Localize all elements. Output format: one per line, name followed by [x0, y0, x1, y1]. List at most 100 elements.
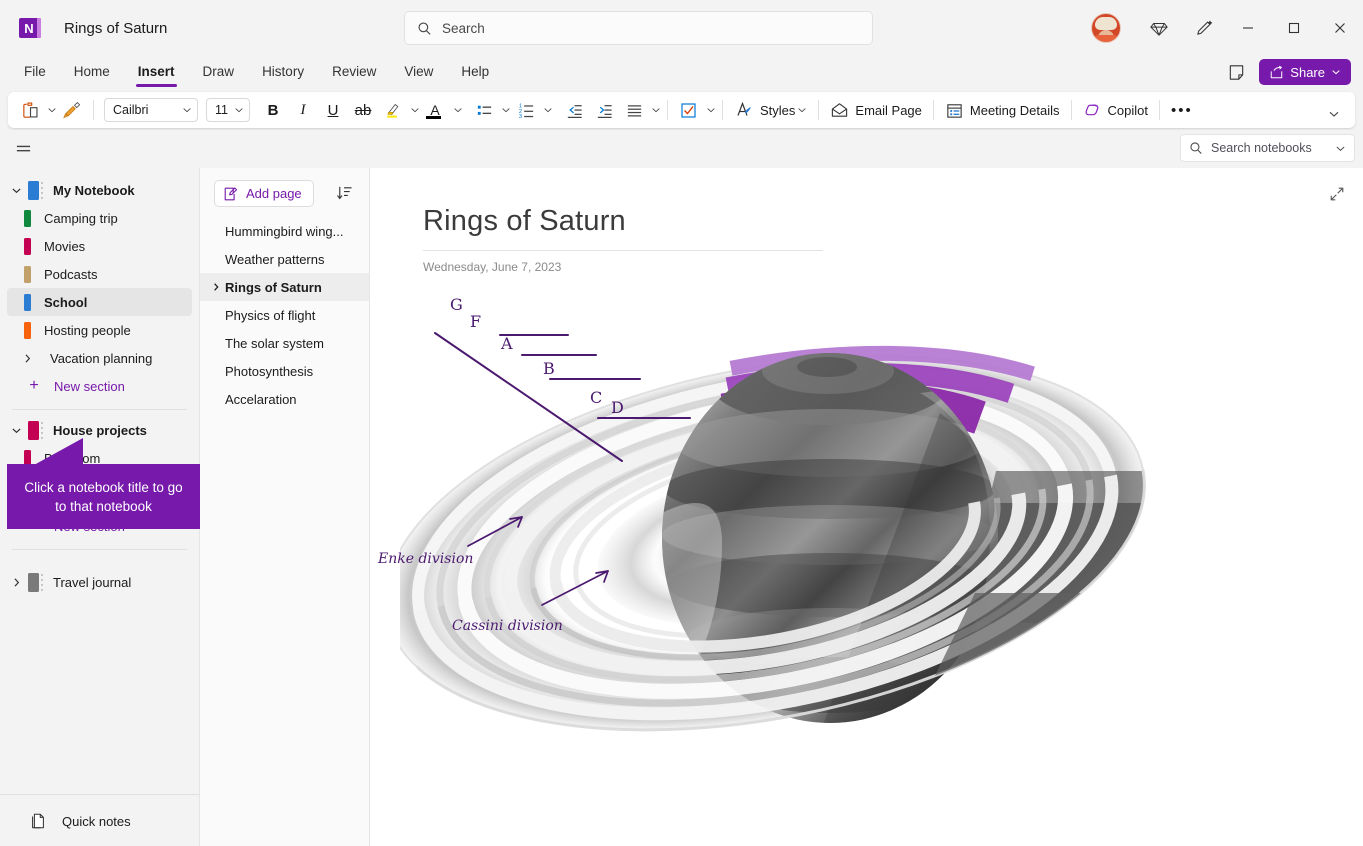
tab-file[interactable]: File [12, 60, 58, 85]
quick-notes-section: Quick notes [0, 794, 199, 846]
chevron-right-icon[interactable] [17, 348, 37, 368]
page-item-accelaration[interactable]: Accelaration [200, 385, 369, 413]
page-canvas[interactable]: Rings of Saturn Wednesday, June 7, 2023 [370, 168, 1363, 846]
highlight-button[interactable] [378, 96, 408, 124]
todo-tag-button[interactable] [674, 96, 704, 124]
sidebar-section-podcasts[interactable]: Podcasts [7, 260, 192, 288]
tab-history[interactable]: History [250, 60, 316, 85]
align-button[interactable] [619, 96, 649, 124]
chevron-right-icon[interactable] [211, 273, 221, 301]
quick-notes-icon [29, 812, 47, 830]
italic-button[interactable]: I [288, 96, 318, 124]
sidebar-section-hosting-people[interactable]: Hosting people [7, 316, 192, 344]
notebook-header-my-notebook[interactable]: My Notebook [0, 176, 199, 204]
todo-tag-chevron-icon[interactable] [706, 105, 716, 115]
tab-insert[interactable]: Insert [126, 60, 187, 85]
page-item-photosynthesis[interactable]: Photosynthesis [200, 357, 369, 385]
font-color-button[interactable]: A [420, 96, 450, 124]
copilot-button[interactable]: Copilot [1078, 96, 1153, 124]
paste-options-chevron-icon[interactable] [47, 105, 57, 115]
saturn-rings-diagram[interactable]: G F A B C D Enke division Cassini divisi… [400, 293, 1190, 748]
decrease-indent-button[interactable] [559, 96, 589, 124]
chevron-right-icon[interactable] [6, 572, 26, 592]
quick-notes-button[interactable]: Quick notes [7, 804, 192, 838]
notebook-icon [28, 181, 43, 200]
format-painter-button[interactable] [57, 96, 87, 124]
bullet-list-chevron-icon[interactable] [501, 105, 511, 115]
search-notebooks-input[interactable]: Search notebooks [1180, 134, 1355, 162]
svg-text:3: 3 [518, 114, 521, 120]
onenote-window: N Rings of Saturn Search [0, 0, 1363, 846]
page-item-weather-patterns[interactable]: Weather patterns [200, 245, 369, 273]
sidebar-section-camping-trip[interactable]: Camping trip [7, 204, 192, 232]
callout-text: Click a notebook title to go to that not… [17, 478, 190, 516]
page-item-physics-of-flight[interactable]: Physics of flight [200, 301, 369, 329]
notebook-header-house-projects[interactable]: House projects [0, 416, 199, 444]
font-size-select[interactable]: 11 [206, 98, 250, 122]
sidebar-section-movies[interactable]: Movies [7, 232, 192, 260]
tab-view[interactable]: View [392, 60, 445, 85]
paste-button[interactable] [16, 96, 45, 124]
close-button[interactable] [1317, 0, 1363, 56]
tab-draw[interactable]: Draw [191, 60, 247, 85]
page-item-rings-of-saturn[interactable]: Rings of Saturn [200, 273, 369, 301]
sidebar-divider-1 [12, 409, 187, 410]
new-section-button-my-notebook[interactable]: + New section [7, 372, 192, 400]
numbered-list-chevron-icon[interactable] [543, 105, 553, 115]
search-placeholder-text: Search [442, 21, 485, 36]
styles-chevron-icon[interactable] [797, 105, 807, 115]
section-color-tab [24, 294, 31, 311]
todo-checkbox-icon [679, 100, 699, 120]
increase-indent-button[interactable] [589, 96, 619, 124]
tab-review[interactable]: Review [320, 60, 388, 85]
font-color-swatch [426, 116, 441, 119]
document-title: Rings of Saturn [64, 20, 167, 37]
tab-help[interactable]: Help [449, 60, 501, 85]
font-size-value: 11 [215, 103, 228, 117]
numbered-list-button[interactable]: 1 2 3 [511, 96, 541, 124]
page-title[interactable]: Rings of Saturn [423, 205, 723, 238]
diamond-premium-icon[interactable] [1137, 8, 1181, 48]
highlight-chevron-icon[interactable] [410, 105, 420, 115]
styles-button[interactable]: Styles [729, 96, 812, 124]
more-commands-button[interactable]: ••• [1166, 96, 1198, 124]
minimize-button[interactable] [1225, 0, 1271, 56]
page-item-hummingbird-wing[interactable]: Hummingbird wing... [200, 217, 369, 245]
sort-pages-button[interactable] [331, 181, 357, 207]
align-chevron-icon[interactable] [651, 105, 661, 115]
add-page-button[interactable]: Add page [214, 180, 314, 207]
ribbon-divider-4 [818, 100, 819, 120]
pen-sparkle-icon[interactable] [1181, 8, 1225, 48]
chevron-down-icon[interactable] [6, 180, 26, 200]
font-family-select[interactable]: Cailbri [104, 98, 198, 122]
notebook-header-travel-journal[interactable]: Travel journal [0, 568, 199, 596]
sidebar-section-group-vacation-planning[interactable]: Vacation planning [7, 344, 192, 372]
teaching-callout[interactable]: Click a notebook title to go to that not… [7, 464, 200, 529]
sticky-notes-icon[interactable] [1221, 58, 1251, 86]
maximize-button[interactable] [1271, 0, 1317, 56]
share-button[interactable]: Share [1259, 59, 1351, 85]
notebook-group-travel-journal: Travel journal [0, 554, 199, 596]
search-input[interactable]: Search [404, 11, 873, 45]
hamburger-menu-icon[interactable] [8, 135, 38, 163]
page-item-the-solar-system[interactable]: The solar system [200, 329, 369, 357]
meeting-details-button[interactable]: Meeting Details [940, 96, 1065, 124]
share-icon [1269, 65, 1284, 80]
font-color-chevron-icon[interactable] [453, 105, 463, 115]
bold-button[interactable]: B [258, 96, 288, 124]
email-page-button[interactable]: Email Page [825, 96, 926, 124]
notebook-name: House projects [53, 423, 147, 438]
expand-page-button[interactable] [1323, 180, 1351, 208]
strikethrough-button[interactable]: ab [348, 96, 378, 124]
onenote-logo-letter: N [19, 18, 39, 38]
sidebar-section-school[interactable]: School [7, 288, 192, 316]
bullet-list-button[interactable] [469, 96, 499, 124]
email-icon [830, 101, 849, 120]
section-color-tab [24, 322, 31, 339]
avatar[interactable] [1091, 13, 1121, 43]
collapse-ribbon-button[interactable] [1321, 101, 1347, 127]
tab-home[interactable]: Home [62, 60, 122, 85]
share-label: Share [1290, 65, 1325, 80]
underline-button[interactable]: U [318, 96, 348, 124]
chevron-down-icon[interactable] [6, 420, 26, 440]
